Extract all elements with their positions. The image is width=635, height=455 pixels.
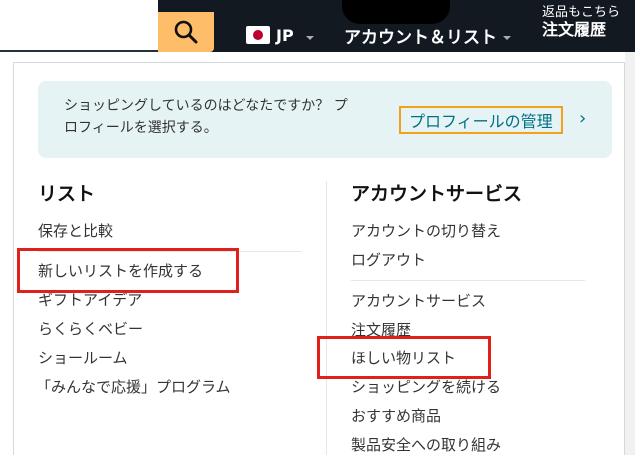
language-selector[interactable]: JP	[246, 22, 314, 48]
account-item-account-services[interactable]: アカウントサービス	[351, 291, 486, 311]
account-item-product-safety[interactable]: 製品安全への取り組み	[351, 435, 501, 455]
account-item-recommendations[interactable]: おすすめ商品	[351, 406, 441, 426]
account-and-lists-label: アカウント＆リスト	[344, 27, 497, 48]
lists-heading: リスト	[38, 183, 96, 205]
account-item-sign-out[interactable]: ログアウト	[351, 250, 426, 270]
chevron-down-icon	[305, 36, 314, 40]
search-button[interactable]	[158, 12, 214, 52]
manage-profiles-button[interactable]: プロフィールの管理	[399, 106, 563, 134]
japan-flag-icon	[246, 26, 270, 44]
chevron-down-icon	[503, 36, 511, 40]
chevron-right-icon[interactable]: ›	[579, 108, 586, 129]
highlight-wish-list	[317, 336, 491, 379]
highlight-create-list	[17, 248, 239, 293]
search-icon	[174, 20, 198, 44]
page-background	[625, 52, 635, 455]
lists-item-save-compare[interactable]: 保存と比較	[38, 221, 113, 241]
column-divider	[326, 181, 327, 455]
account-item-switch-accounts[interactable]: アカウントの切り替え	[351, 221, 501, 241]
profile-prompt-line2: ロフィールを選択する。	[64, 120, 218, 136]
profile-prompt: ショッピングしているのはどなたですか？ プ ロフィールを選択する。	[64, 95, 384, 139]
account-services-heading: アカウントサービス	[351, 183, 523, 205]
account-and-lists-menu[interactable]: アカウント＆リスト	[344, 22, 511, 48]
lists-item-baby[interactable]: らくらくベビー	[38, 319, 143, 339]
profile-banner: ショッピングしているのはどなたですか？ プ ロフィールを選択する。 プロフィール…	[38, 81, 612, 158]
returns-label: 返品もこちら	[542, 5, 621, 20]
lists-item-gift-ideas[interactable]: ギフトアイデア	[38, 290, 142, 310]
top-nav-bar: JP アカウント＆リスト 返品もこちら 注文履歴	[0, 0, 635, 52]
locale-label: JP	[276, 25, 294, 45]
orders-label: 注文履歴	[542, 20, 607, 39]
search-field-area[interactable]	[0, 0, 158, 52]
account-item-keep-shopping[interactable]: ショッピングを続ける	[351, 377, 501, 397]
redacted-username	[342, 0, 450, 24]
lists-item-showroom[interactable]: ショールーム	[38, 348, 128, 368]
lists-item-support-program[interactable]: 「みんなで応援」プログラム	[36, 377, 231, 397]
profile-prompt-line1: ショッピングしているのはどなたですか？ プ	[64, 98, 348, 114]
returns-and-orders-link[interactable]: 返品もこちら 注文履歴	[542, 6, 635, 40]
divider	[351, 280, 585, 281]
